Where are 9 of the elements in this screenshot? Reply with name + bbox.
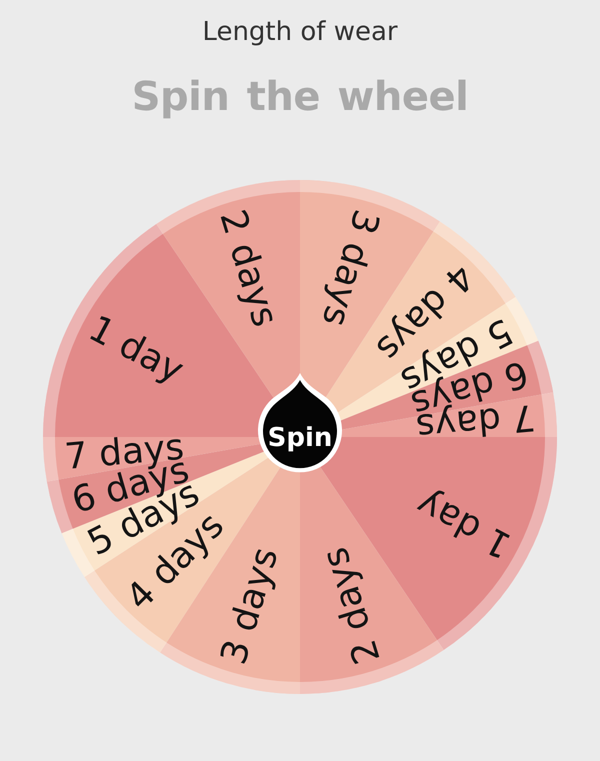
segment-label: 2 days (314, 542, 389, 669)
segment-label: 3 days (313, 204, 387, 331)
wheel-heading: Spin the wheel (132, 73, 468, 122)
segment-label: 2 days (211, 205, 286, 332)
segment-label: 3 days (213, 543, 287, 670)
spin-button[interactable]: Spin (258, 373, 342, 472)
page-title: Length of wear (202, 16, 398, 49)
segment-label: 1 day (82, 308, 190, 392)
segment-label: 1 day (410, 482, 518, 566)
